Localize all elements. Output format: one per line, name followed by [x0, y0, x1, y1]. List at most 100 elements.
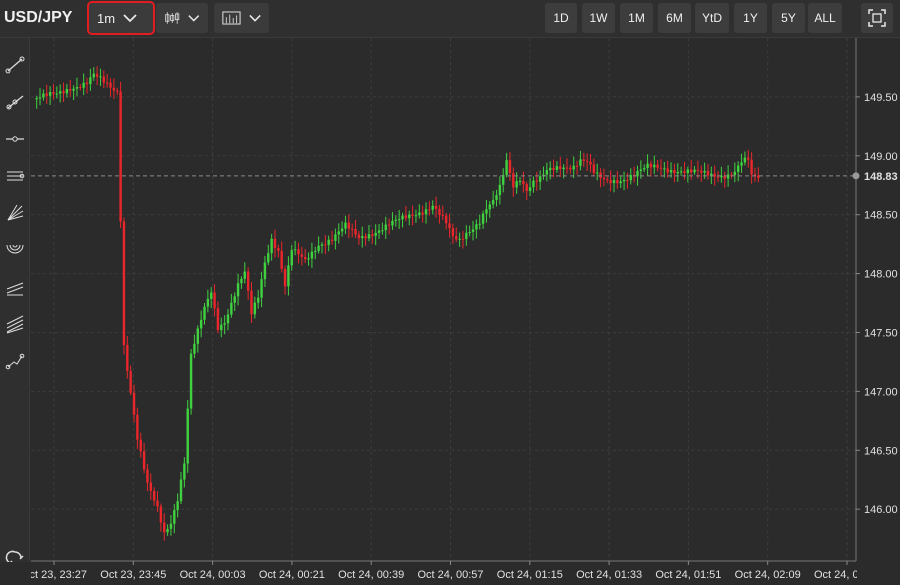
y-tick-label: 149.00	[864, 151, 898, 163]
candle-body	[452, 228, 454, 236]
candle-body	[626, 180, 628, 181]
candle-body	[398, 219, 400, 220]
candle-body	[666, 168, 668, 172]
candle-body	[690, 169, 692, 172]
candle-body	[381, 230, 383, 231]
candle-body	[495, 195, 497, 200]
candle-body	[270, 239, 272, 253]
candle-body	[499, 185, 501, 195]
candle-body	[643, 168, 645, 169]
candle-body	[576, 166, 578, 167]
time-axis: Oct 23, 23:27Oct 23, 23:45Oct 24, 00:03O…	[0, 561, 900, 585]
candle-body	[291, 250, 293, 265]
candle-body	[254, 303, 256, 315]
candle-body	[677, 172, 679, 173]
candle-body	[707, 171, 709, 176]
candle-body	[140, 440, 142, 451]
candle-body	[559, 166, 561, 169]
last-price-marker: 148.83	[853, 171, 898, 183]
candle-body	[267, 253, 269, 262]
candle-body	[126, 345, 128, 371]
candle-body	[509, 160, 511, 173]
candle-body	[619, 181, 621, 183]
candle-body	[740, 162, 742, 165]
candle-body	[49, 92, 51, 96]
candle-body	[653, 165, 655, 168]
candle-body	[378, 230, 380, 232]
candle-body	[502, 175, 504, 185]
candle-body	[371, 234, 373, 236]
candle-body	[176, 501, 178, 510]
candle-body	[680, 171, 682, 172]
candle-body	[109, 83, 111, 88]
candle-body	[485, 209, 487, 213]
candle-body	[274, 239, 276, 248]
y-tick-label: 147.50	[864, 327, 898, 339]
candle-body	[408, 215, 410, 219]
candle-body	[200, 320, 202, 329]
candle-body	[388, 225, 390, 226]
candle-body	[465, 233, 467, 239]
candle-body	[432, 206, 434, 210]
y-tick-label: 149.50	[864, 92, 898, 104]
candle-body	[401, 216, 403, 220]
candle-body	[603, 178, 605, 179]
x-tick-label: Oct 24, 02:09	[735, 569, 801, 581]
candle-body	[341, 229, 343, 232]
candle-body	[240, 279, 242, 283]
candle-body	[445, 216, 447, 224]
candle-body	[526, 184, 528, 191]
candle-body	[539, 176, 541, 181]
candle-body	[670, 170, 672, 173]
candle-body	[411, 215, 413, 216]
candle-body	[656, 165, 658, 168]
candle-body	[552, 168, 554, 170]
candle-body	[579, 159, 581, 165]
candle-body	[170, 524, 172, 529]
candle-body	[536, 181, 538, 182]
candle-body	[606, 179, 608, 180]
candle-body	[35, 98, 37, 99]
candle-body	[96, 74, 98, 77]
candle-body	[519, 181, 521, 182]
candle-body	[425, 209, 427, 214]
x-tick-label: Oct 24, 00:21	[259, 569, 325, 581]
candle-body	[364, 236, 366, 238]
candle-body	[93, 74, 95, 78]
candle-body	[479, 224, 481, 225]
candle-body	[717, 177, 719, 178]
candle-body	[697, 170, 699, 171]
candle-body	[314, 251, 316, 252]
candle-body	[277, 248, 279, 251]
candle-body	[227, 315, 229, 324]
candle-body	[297, 249, 299, 254]
candle-body	[475, 224, 477, 229]
candle-body	[331, 240, 333, 241]
x-tick-label: Oct 24, 01:33	[576, 569, 642, 581]
candle-body	[418, 213, 420, 216]
candle-body	[210, 293, 212, 299]
candle-body	[304, 257, 306, 259]
x-tick-label: Oct 24, 01:51	[655, 569, 721, 581]
candle-body	[589, 162, 591, 165]
candle-body	[458, 239, 460, 240]
candle-body	[257, 298, 259, 303]
candle-body	[368, 234, 370, 238]
candle-body	[569, 168, 571, 170]
candle-body	[482, 214, 484, 224]
candle-body	[264, 262, 266, 279]
candle-body	[220, 325, 222, 330]
candle-body	[163, 523, 165, 533]
candle-body	[146, 469, 148, 482]
candle-body	[86, 83, 88, 84]
candle-body	[76, 87, 78, 89]
candle-body	[334, 234, 336, 240]
candle-body	[46, 94, 48, 96]
candle-body	[492, 200, 494, 205]
candle-body	[311, 252, 313, 259]
price-chart[interactable]: 146.00146.50147.00147.50148.00148.50149.…	[0, 0, 900, 585]
candle-body	[737, 166, 739, 172]
candle-body	[307, 258, 309, 259]
candle-body	[599, 173, 601, 178]
candle-body	[324, 244, 326, 245]
